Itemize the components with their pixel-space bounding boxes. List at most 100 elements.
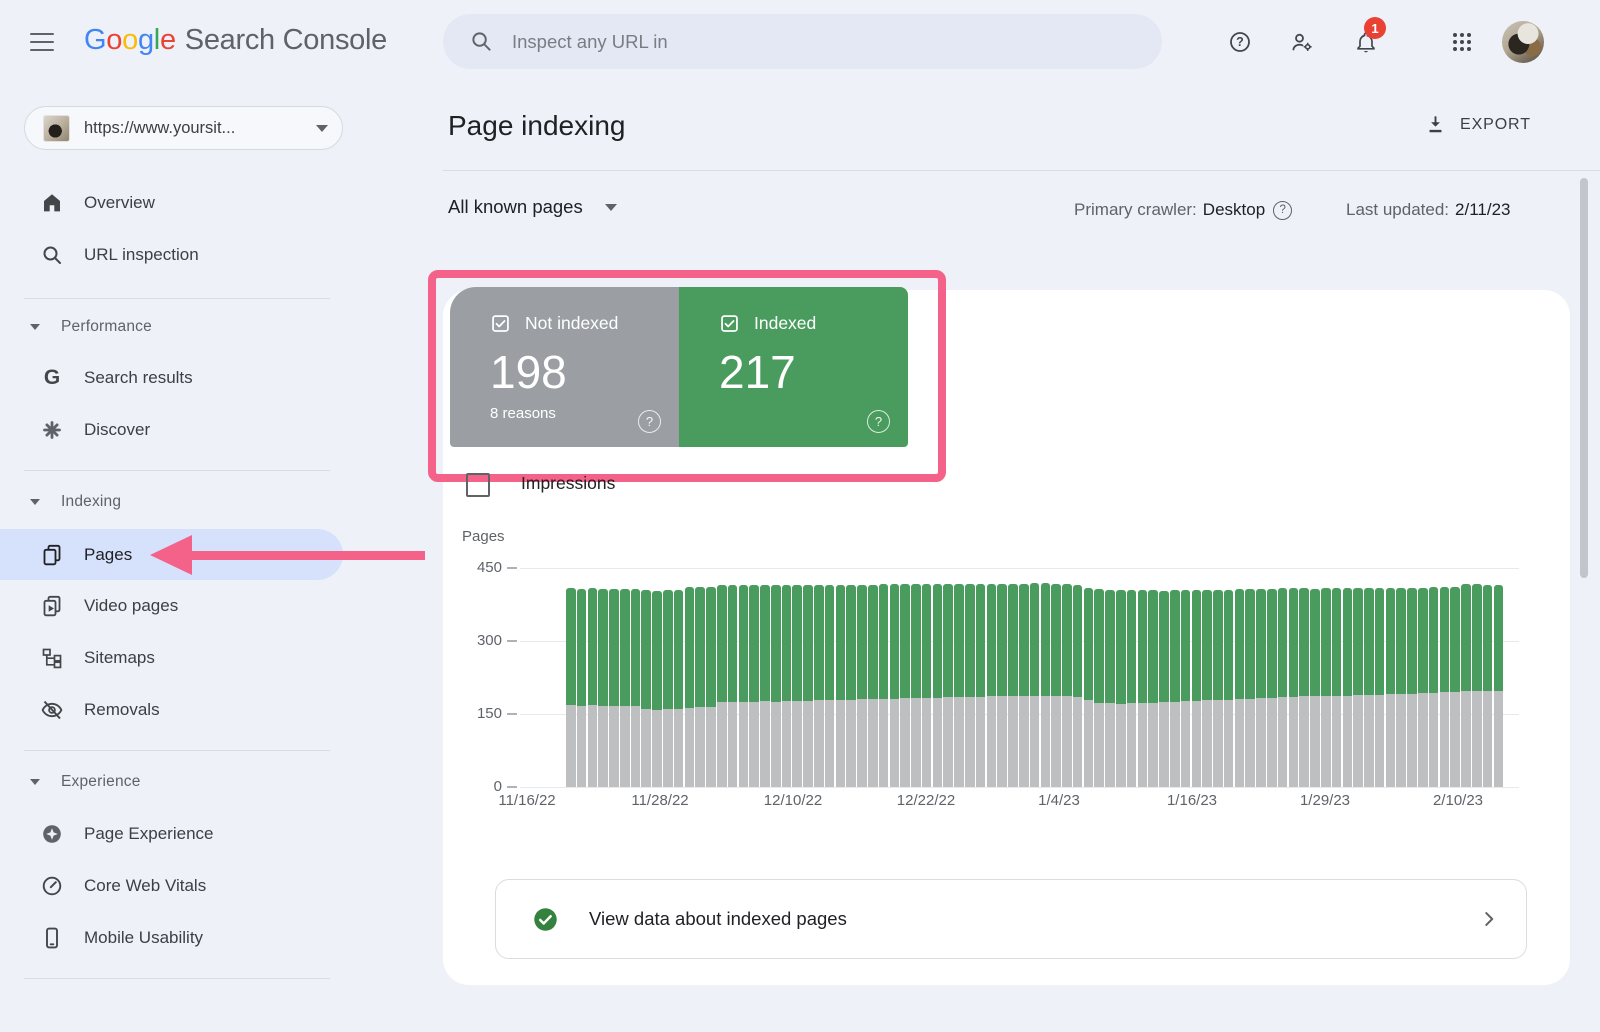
not-indexed-segment bbox=[1267, 698, 1277, 787]
chart-bar bbox=[1278, 588, 1288, 787]
indexed-segment bbox=[1386, 588, 1396, 694]
not-indexed-segment bbox=[695, 707, 705, 787]
chart-bar bbox=[1450, 587, 1460, 787]
help-button[interactable]: ? bbox=[1228, 30, 1252, 54]
indexed-segment bbox=[1062, 584, 1072, 696]
not-indexed-segment bbox=[1138, 703, 1148, 787]
indexed-segment bbox=[825, 585, 835, 701]
annotation-arrow bbox=[191, 551, 425, 560]
page-filter-dropdown[interactable]: All known pages bbox=[448, 196, 617, 218]
not-indexed-segment bbox=[1396, 694, 1406, 787]
sidebar-item-video-pages[interactable]: Video pages bbox=[0, 580, 425, 632]
indexed-segment bbox=[609, 589, 619, 706]
chevron-down-icon bbox=[605, 204, 617, 211]
help-icon[interactable]: ? bbox=[867, 410, 890, 433]
not-indexed-card[interactable]: Not indexed 198 8 reasons ? bbox=[450, 287, 679, 447]
visibility-off-icon bbox=[40, 698, 64, 722]
user-settings-button[interactable] bbox=[1290, 30, 1314, 54]
property-selector[interactable]: https://www.yoursit... bbox=[24, 106, 343, 150]
sidebar-item-search-results[interactable]: G Search results bbox=[0, 352, 425, 404]
not-indexed-segment bbox=[588, 705, 598, 787]
check-circle-icon bbox=[532, 906, 559, 933]
indexed-segment bbox=[976, 584, 986, 697]
sidebar-item-sitemaps[interactable]: Sitemaps bbox=[0, 632, 425, 684]
not-indexed-segment bbox=[717, 702, 727, 787]
section-experience[interactable]: Experience bbox=[0, 764, 343, 800]
indexed-segment bbox=[1030, 583, 1040, 695]
export-button[interactable]: EXPORT bbox=[1418, 112, 1537, 137]
sidebar-item-url-inspection[interactable]: URL inspection bbox=[0, 229, 425, 281]
indexed-segment bbox=[620, 589, 630, 706]
indexed-segment bbox=[1461, 584, 1471, 691]
sidebar-item-removals[interactable]: Removals bbox=[0, 684, 425, 736]
sidebar-item-discover[interactable]: Discover bbox=[0, 404, 425, 456]
indexed-segment bbox=[943, 584, 953, 697]
chart-bar bbox=[1418, 588, 1428, 787]
indexed-segment bbox=[1256, 589, 1266, 699]
scrollbar-thumb[interactable] bbox=[1580, 178, 1588, 578]
not-indexed-segment bbox=[1332, 696, 1342, 787]
not-indexed-segment bbox=[631, 706, 641, 787]
sidebar-item-overview[interactable]: Overview bbox=[0, 177, 425, 229]
y-axis-tick bbox=[507, 713, 517, 715]
chart-bar bbox=[1386, 588, 1396, 787]
not-indexed-segment bbox=[803, 701, 813, 787]
sidebar-item-mobile-usability[interactable]: Mobile Usability bbox=[0, 912, 425, 964]
x-axis-label: 11/16/22 bbox=[479, 792, 575, 809]
indexed-card[interactable]: Indexed 217 ? bbox=[679, 287, 908, 447]
indexed-segment bbox=[1245, 589, 1255, 699]
indexed-segment bbox=[1289, 588, 1299, 697]
chart-bar bbox=[933, 584, 943, 787]
gridline bbox=[520, 787, 1519, 788]
chart-bar bbox=[803, 585, 813, 787]
crawler-help-icon[interactable]: ? bbox=[1273, 201, 1292, 220]
indexed-segment bbox=[652, 591, 662, 710]
chart-bar bbox=[1375, 588, 1385, 787]
not-indexed-segment bbox=[1472, 691, 1482, 787]
chart-bar bbox=[1407, 588, 1417, 787]
view-indexed-data-row[interactable]: View data about indexed pages bbox=[495, 879, 1527, 959]
menu-button[interactable] bbox=[30, 33, 54, 51]
google-apps-button[interactable] bbox=[1450, 30, 1474, 54]
indexed-segment bbox=[922, 584, 932, 698]
not-indexed-segment bbox=[577, 706, 587, 787]
not-indexed-segment bbox=[1062, 696, 1072, 787]
indexed-segment bbox=[1202, 590, 1212, 700]
indexed-segment bbox=[792, 585, 802, 701]
not-indexed-segment bbox=[1299, 696, 1309, 787]
sitemaps-tree-icon bbox=[40, 646, 64, 670]
chart-bar bbox=[1073, 585, 1083, 787]
not-indexed-segment bbox=[911, 698, 921, 787]
chart-bar bbox=[1202, 590, 1212, 787]
section-indexing[interactable]: Indexing bbox=[0, 484, 343, 520]
section-performance[interactable]: Performance bbox=[0, 309, 343, 345]
indexed-segment bbox=[717, 585, 727, 702]
not-indexed-segment bbox=[706, 707, 716, 787]
indexed-segment bbox=[749, 585, 759, 702]
svg-text:?: ? bbox=[1236, 35, 1244, 49]
indexed-segment bbox=[1494, 585, 1504, 691]
sidebar-item-core-web-vitals[interactable]: Core Web Vitals bbox=[0, 860, 425, 912]
chart-bar bbox=[717, 585, 727, 787]
not-indexed-segment bbox=[1235, 699, 1245, 787]
not-indexed-segment bbox=[1213, 700, 1223, 787]
sidebar-item-page-experience[interactable]: Page Experience bbox=[0, 808, 425, 860]
impressions-checkbox[interactable] bbox=[466, 473, 490, 497]
gsc-logo[interactable]: GoogleSearch Console bbox=[84, 24, 387, 57]
chart-bar bbox=[1051, 584, 1061, 787]
header-divider bbox=[443, 170, 1600, 171]
x-axis-label: 2/10/23 bbox=[1410, 792, 1506, 809]
indexed-segment bbox=[1396, 588, 1406, 694]
chart-bar bbox=[1440, 587, 1450, 787]
chart-bar bbox=[771, 585, 781, 787]
not-indexed-segment bbox=[1073, 697, 1083, 787]
chart-bar bbox=[857, 585, 867, 787]
indexed-segment bbox=[1299, 588, 1309, 696]
account-avatar[interactable] bbox=[1502, 21, 1544, 63]
not-indexed-segment bbox=[1202, 700, 1212, 787]
x-axis-label: 12/10/22 bbox=[745, 792, 841, 809]
url-inspection-searchbar[interactable]: Inspect any URL in bbox=[443, 14, 1162, 69]
help-icon[interactable]: ? bbox=[638, 410, 661, 433]
not-indexed-segment bbox=[1321, 696, 1331, 787]
not-indexed-segment bbox=[976, 697, 986, 787]
